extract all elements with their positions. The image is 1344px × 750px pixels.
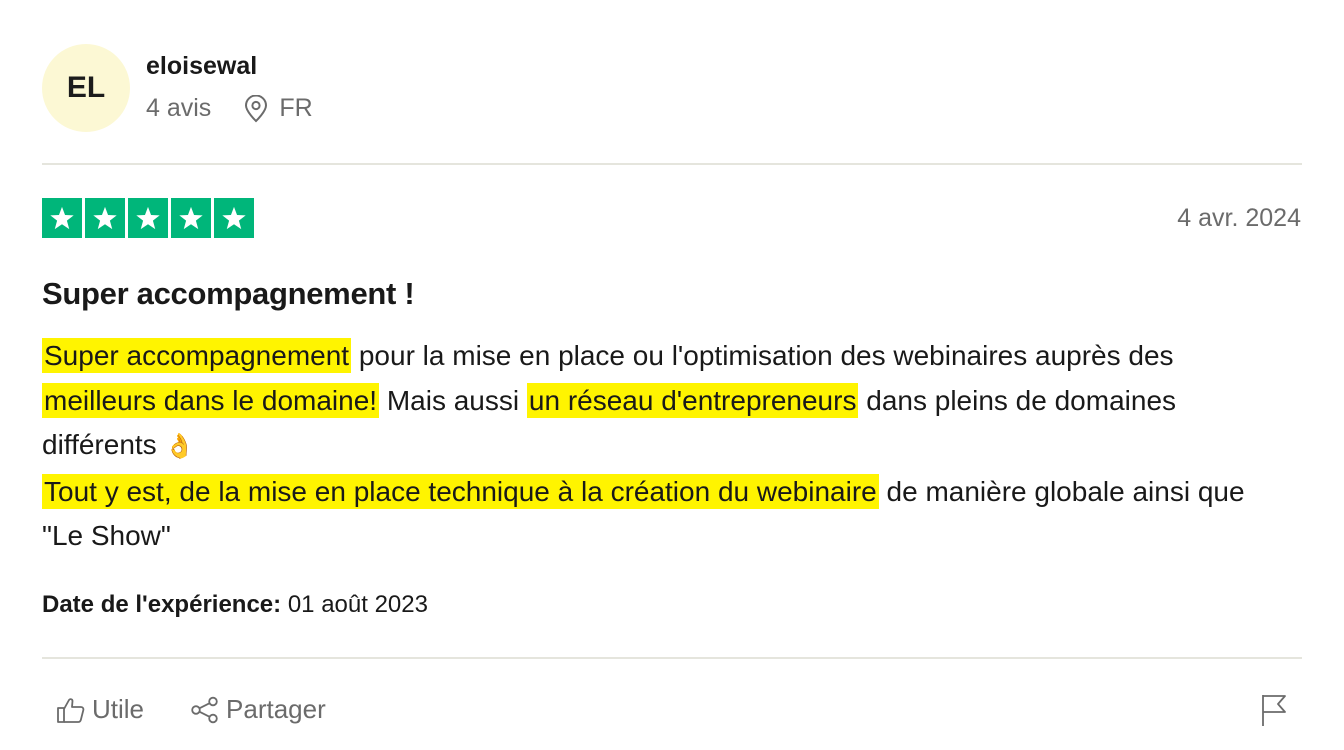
highlighted-text: Tout y est, de la mise en place techniqu… <box>42 473 879 509</box>
location-pin-icon <box>245 94 268 122</box>
useful-label: Utile <box>92 694 145 724</box>
body-text: Mais aussi <box>379 384 527 416</box>
experience-date: Date de l'expérience: 01 août 2023 <box>42 591 428 619</box>
header-divider <box>42 163 1302 165</box>
experience-label: Date de l'expérience: <box>42 591 282 618</box>
review-actions: Utile Partager <box>56 694 372 725</box>
star-icon <box>171 198 211 238</box>
review-count: 4 avis <box>146 94 212 122</box>
share-button[interactable]: Partager <box>190 694 326 725</box>
reviewer-name[interactable]: eloisewal <box>146 52 257 81</box>
star-rating <box>42 198 257 238</box>
star-icon <box>85 198 125 238</box>
thumbs-up-icon <box>57 697 85 723</box>
share-icon <box>191 696 218 723</box>
review-title[interactable]: Super accompagnement ! <box>42 276 415 312</box>
star-icon <box>42 198 82 238</box>
star-icon <box>128 198 168 238</box>
highlighted-text: meilleurs dans le domaine! <box>42 382 380 418</box>
reviewer-meta: 4 avis FR <box>146 94 313 123</box>
ok-hand-emoji: 👌 <box>164 433 195 460</box>
share-label: Partager <box>226 694 326 724</box>
experience-value: 01 août 2023 <box>281 591 428 618</box>
reviewer-location: FR <box>243 94 313 123</box>
highlighted-text: Super accompagnement <box>42 338 352 373</box>
highlighted-text: un réseau d'entrepreneurs <box>526 382 859 418</box>
avatar[interactable]: EL <box>42 44 130 132</box>
reviewer-header: EL eloisewal 4 avis FR <box>42 44 1302 134</box>
star-icon <box>214 198 254 238</box>
review-date: 4 avr. 2024 <box>1177 204 1301 232</box>
footer-divider <box>42 657 1302 659</box>
review-body: Super accompagnement pour la mise en pla… <box>42 334 1262 559</box>
useful-button[interactable]: Utile <box>56 694 144 725</box>
country-code: FR <box>279 94 313 122</box>
flag-icon[interactable] <box>1260 693 1288 727</box>
body-text: pour la mise en place ou l'optimisation … <box>351 340 1174 371</box>
